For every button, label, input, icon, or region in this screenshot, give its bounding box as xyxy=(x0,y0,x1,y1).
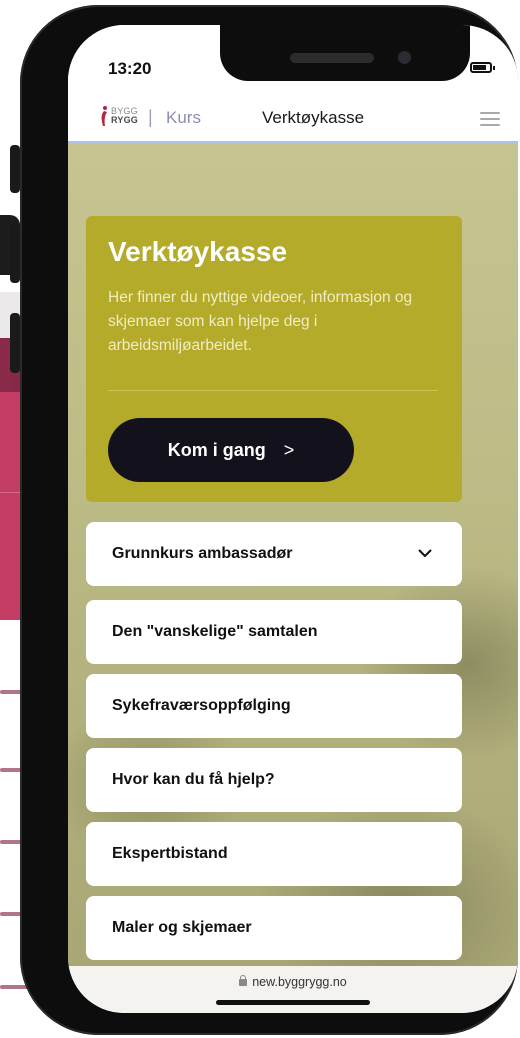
accordion-label: Den "vanskelige" samtalen xyxy=(112,623,318,640)
battery-icon xyxy=(470,61,495,73)
accordion-item-samtalen[interactable]: Den "vanskelige" samtalen xyxy=(86,600,462,664)
get-started-button[interactable]: Kom i gang > xyxy=(108,418,354,482)
front-camera xyxy=(398,51,411,64)
accordion-label: Grunnkurs ambassadør xyxy=(112,545,293,562)
lock-icon xyxy=(239,975,248,987)
hamburger-menu-icon[interactable] xyxy=(480,112,500,126)
accordion-label: Sykefraværsoppfølging xyxy=(112,697,291,714)
logo-line-2: RYGG xyxy=(111,115,138,125)
nav-link-kurs[interactable]: Kurs xyxy=(166,108,201,128)
accordion-label: Hvor kan du få hjelp? xyxy=(112,771,275,788)
accordion-item-sykefravaer[interactable]: Sykefraværsoppfølging xyxy=(86,674,462,738)
accordion-item-ekspertbistand[interactable]: Ekspertbistand xyxy=(86,822,462,886)
notch xyxy=(220,25,470,81)
site-header: BYGG RYGG | Kurs Verktøykasse xyxy=(68,95,518,144)
volume-down-button xyxy=(10,313,20,373)
accordion-item-grunnkurs[interactable]: Grunnkurs ambassadør xyxy=(86,522,462,586)
nav-page-title: Verktøykasse xyxy=(262,108,365,127)
nav-separator: | xyxy=(148,107,153,127)
phone-screen: 13:20 BYGG RYGG | Kurs Verktøykasse Verk… xyxy=(68,25,518,1013)
logo-text: BYGG RYGG xyxy=(111,107,138,125)
phone-frame: 13:20 BYGG RYGG | Kurs Verktøykasse Verk… xyxy=(10,5,518,1035)
logo-figure-icon xyxy=(101,106,107,126)
hero-description: Her finner du nyttige videoer, informasj… xyxy=(108,289,413,354)
home-indicator[interactable] xyxy=(216,1000,370,1005)
hero-title: Verktøykasse xyxy=(108,236,288,267)
url-display[interactable]: new.byggrygg.no xyxy=(68,975,518,989)
accordion-label: Maler og skjemaer xyxy=(112,919,252,936)
accordion-label: Ekspertbistand xyxy=(112,845,228,862)
chevron-right-icon: > xyxy=(283,439,295,460)
url-text: new.byggrygg.no xyxy=(252,975,347,989)
accordion-item-maler[interactable]: Maler og skjemaer xyxy=(86,896,462,960)
get-started-label: Kom i gang xyxy=(167,439,266,460)
byggrygg-logo[interactable]: BYGG RYGG xyxy=(100,105,138,127)
hero-card: Verktøykasse Her finner du nyttige video… xyxy=(86,216,462,502)
chevron-down-icon[interactable] xyxy=(418,546,432,560)
volume-up-button xyxy=(10,223,20,283)
browser-url-bar[interactable]: new.byggrygg.no xyxy=(68,966,518,1013)
status-time: 13:20 xyxy=(108,59,152,78)
hero-divider xyxy=(108,390,438,391)
mute-switch xyxy=(10,145,20,193)
accordion-item-hjelp[interactable]: Hvor kan du få hjelp? xyxy=(86,748,462,812)
main-content: Verktøykasse Her finner du nyttige video… xyxy=(68,144,518,966)
speaker xyxy=(290,53,374,63)
